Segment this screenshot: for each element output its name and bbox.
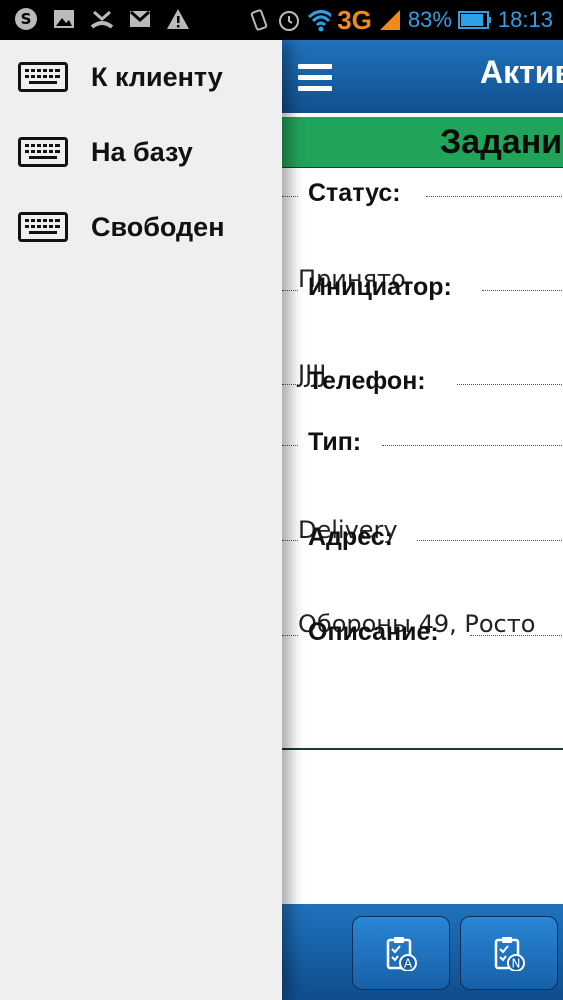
clipboard-a-button[interactable]: A: [352, 916, 450, 990]
drawer-item-label: Свободен: [91, 211, 225, 242]
wifi-icon: [307, 8, 332, 32]
field-divider: [457, 384, 563, 385]
app-title: Актив: [480, 54, 563, 90]
field-divider: [282, 290, 298, 291]
field-divider: [282, 635, 298, 636]
battery-icon: [457, 8, 492, 32]
phone-label: Телефон:: [308, 367, 426, 395]
keyboard-icon: [18, 212, 68, 242]
network-type: 3G: [337, 4, 372, 35]
type-label: Тип:: [308, 428, 362, 456]
signal-icon: [378, 8, 402, 32]
field-divider: [282, 196, 298, 197]
keyboard-icon: [18, 62, 68, 92]
field-divider: [282, 384, 298, 385]
field-divider: [382, 445, 563, 446]
keyboard-icon: [18, 137, 68, 167]
clipboard-n-icon: N: [494, 937, 525, 971]
clipboard-n-button[interactable]: N: [460, 916, 558, 990]
clipboard-n-glyph: N: [512, 957, 521, 971]
missed-call-icon: [90, 7, 114, 31]
hamburger-icon[interactable]: [298, 64, 332, 91]
status-bar: S 3G 83% 18:13: [0, 0, 563, 40]
drawer-item-label: На базу: [91, 136, 193, 167]
field-divider: [470, 635, 563, 636]
image-icon: [52, 7, 76, 31]
drawer-item-to-base[interactable]: На базу: [0, 117, 282, 187]
warning-icon: [166, 7, 190, 31]
bottom-toolbar: A N: [282, 904, 563, 1000]
alarm-icon: [277, 8, 301, 32]
drawer-item-label: К клиенту: [91, 61, 223, 92]
skype-icon: S: [14, 7, 38, 31]
drawer-item-to-client[interactable]: К клиенту: [0, 42, 282, 112]
clock: 18:13: [497, 7, 553, 32]
navigation-drawer: К клиенту На базу Свободен: [0, 40, 282, 1000]
clipboard-a-glyph: A: [404, 957, 413, 971]
app-bar: Актив: [282, 40, 563, 113]
task-details: Статус: Принято Инициатор: JJJJ Телефон:…: [282, 168, 563, 748]
initiator-label: Инициатор:: [308, 273, 452, 301]
description-label: Описание:: [308, 618, 439, 646]
drawer-item-free[interactable]: Свободен: [0, 192, 282, 262]
field-divider: [282, 540, 298, 541]
field-divider: [417, 540, 563, 541]
task-section-title: Задани: [440, 123, 563, 161]
clipboard-a-icon: A: [386, 937, 417, 971]
status-label: Статус:: [308, 179, 401, 207]
field-divider: [282, 445, 298, 446]
battery-percent: 83%: [407, 7, 452, 32]
field-divider: [426, 196, 563, 197]
address-label: Адрес:: [308, 523, 393, 551]
vibrate-icon: [247, 8, 271, 32]
gmail-icon: [128, 7, 152, 31]
field-divider: [482, 290, 563, 291]
content-divider: [282, 748, 563, 750]
svg-text:S: S: [21, 10, 32, 28]
task-section-header: Задани: [282, 117, 563, 167]
